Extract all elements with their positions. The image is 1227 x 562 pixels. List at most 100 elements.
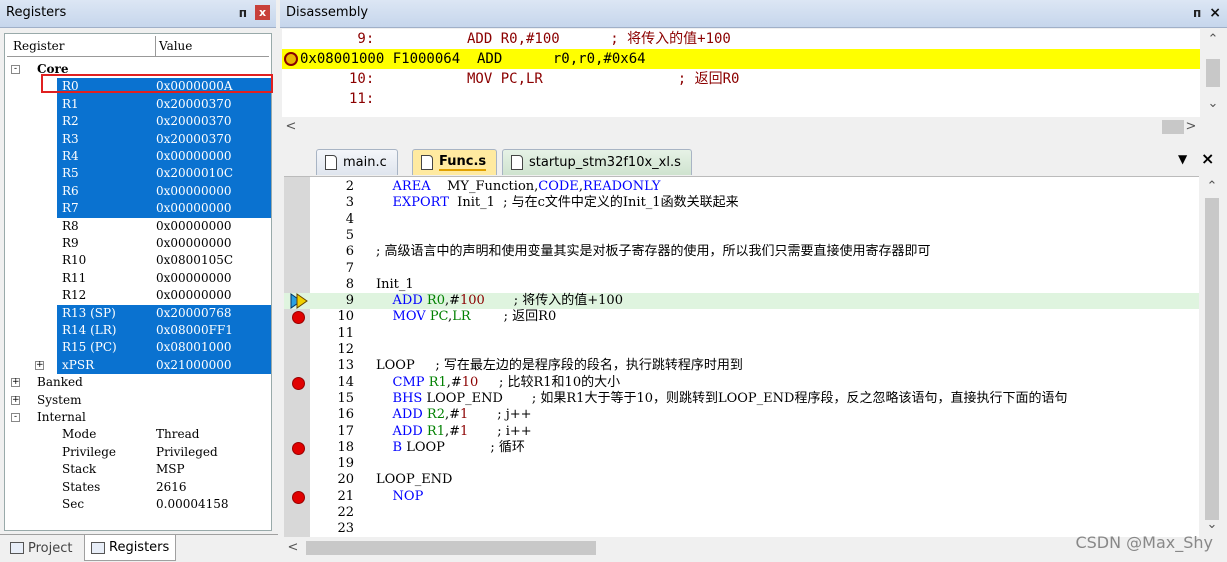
file-tab[interactable]: startup_stm32f10x_xl.s (502, 149, 692, 175)
register-row[interactable]: R7 0x00000000 (5, 200, 271, 218)
register-row[interactable]: R10 0x0800105C (5, 252, 271, 269)
code-line[interactable]: 21 NOP (284, 489, 1199, 505)
register-row[interactable]: R15 (PC) 0x08001000 (5, 339, 271, 357)
register-value[interactable]: 0x00000000 (156, 183, 231, 200)
disassembly-vscrollbar[interactable]: ⌃ ⌄ (1202, 29, 1224, 117)
disassembly-line[interactable]: 10: MOV PC,LR ; 返回R0 (282, 69, 1200, 89)
code-line[interactable]: 18 B LOOP ; 循环 (284, 440, 1199, 456)
register-value[interactable]: MSP (156, 461, 185, 478)
register-value[interactable]: 0x21000000 (156, 357, 231, 374)
register-row[interactable]: + xPSR 0x21000000 (5, 356, 271, 375)
scroll-down-icon[interactable]: ⌄ (1203, 516, 1221, 534)
pin-icon[interactable]: ᴨ (1193, 6, 1201, 20)
register-row[interactable]: R1 0x20000370 (5, 95, 271, 114)
disassembly-hscrollbar[interactable]: < > (282, 117, 1200, 137)
register-value[interactable]: 0x20000370 (156, 96, 231, 113)
register-row[interactable]: - Core (5, 61, 271, 78)
code-line[interactable]: 6 ; 高级语言中的声明和使用变量其实是对板子寄存器的使用，所以我们只需要直接使用… (284, 244, 1199, 260)
code-line[interactable]: 3 EXPORT Init_1 ; 与在c文件中定义的Init_1函数关联起来 (284, 195, 1199, 211)
code-line[interactable]: 13 LOOP ; 写在最左边的是程序段的段名，执行跳转程序时用到 (284, 358, 1199, 374)
breakpoint-icon[interactable] (292, 376, 305, 390)
breakpoint-icon[interactable] (292, 311, 305, 325)
close-disassembly-button[interactable]: × (1209, 5, 1221, 21)
register-value[interactable]: 0x08000FF1 (156, 322, 233, 339)
file-tab[interactable]: Func.s (412, 149, 498, 175)
scroll-thumb[interactable] (1205, 198, 1219, 520)
register-row[interactable]: R4 0x00000000 (5, 148, 271, 166)
scroll-down-icon[interactable]: ⌄ (1204, 95, 1222, 113)
close-editor-button[interactable]: × (1201, 149, 1214, 168)
tab-registers[interactable]: Registers (84, 535, 177, 561)
code-line[interactable]: 8 Init_1 (284, 277, 1199, 293)
register-row[interactable]: R12 0x00000000 (5, 287, 271, 304)
register-value[interactable]: 0x00000000 (156, 270, 231, 287)
register-value[interactable]: 0x00000000 (156, 148, 231, 165)
register-row[interactable]: - Internal (5, 409, 271, 426)
register-row[interactable]: + System (5, 392, 271, 409)
code-line[interactable]: 5 (284, 228, 1199, 244)
register-value[interactable]: 0x00000000 (156, 235, 231, 252)
register-tree[interactable]: Register Value - Core R0 0x0000000A R1 0x2000… (4, 33, 272, 531)
disassembly-line[interactable]: 11: (282, 89, 1200, 109)
disassembly-line[interactable]: 0x08001000 F1000064 ADD r0,r0,#0x64 (282, 49, 1200, 69)
code-editor[interactable]: 2 AREA MY_Function,CODE,READONLY 3 EXPORT… (284, 176, 1199, 537)
register-row[interactable]: R8 0x00000000 (5, 218, 271, 235)
collapse-icon[interactable]: - (11, 413, 20, 422)
register-value[interactable]: 0x00000000 (156, 200, 231, 217)
register-row[interactable]: R0 0x0000000A (5, 78, 271, 96)
register-value[interactable]: 0x00000000 (156, 218, 231, 235)
register-value[interactable]: 0x20000768 (156, 305, 231, 322)
code-line[interactable]: 2 AREA MY_Function,CODE,READONLY (284, 179, 1199, 195)
disassembly-line[interactable]: 9: ADD R0,#100 ; 将传入的值+100 (282, 29, 1200, 49)
register-value[interactable]: 0x20000370 (156, 113, 231, 130)
tab-menu-icon[interactable]: ▼ (1178, 152, 1187, 166)
code-line[interactable]: 12 (284, 342, 1199, 358)
register-row[interactable]: Sec 0.00004158 (5, 496, 271, 513)
register-row[interactable]: R2 0x20000370 (5, 113, 271, 131)
register-row[interactable]: R3 0x20000370 (5, 130, 271, 148)
register-row[interactable]: + Banked (5, 374, 271, 391)
column-register[interactable]: Register (13, 39, 64, 53)
code-line[interactable]: 11 (284, 326, 1199, 342)
scroll-left-icon[interactable]: < (284, 539, 302, 557)
register-row[interactable]: R14 (LR) 0x08000FF1 (5, 322, 271, 340)
tab-project[interactable]: Project (4, 535, 78, 561)
register-value[interactable]: 0x08001000 (156, 339, 231, 356)
register-value[interactable]: 0x20000370 (156, 131, 231, 148)
code-line[interactable]: 23 (284, 521, 1199, 537)
register-row[interactable]: R9 0x00000000 (5, 235, 271, 252)
code-line[interactable]: 17 ADD R1,#1 ; i++ (284, 424, 1199, 440)
code-line[interactable]: 7 (284, 261, 1199, 277)
code-line[interactable]: 22 (284, 505, 1199, 521)
register-value[interactable]: 2616 (156, 479, 187, 496)
editor-hscrollbar[interactable]: < (284, 537, 1199, 559)
close-registers-button[interactable]: x (255, 5, 270, 20)
register-row[interactable]: R13 (SP) 0x20000768 (5, 304, 271, 322)
code-line[interactable]: 14 CMP R1,#10 ; 比较R1和10的大小 (284, 375, 1199, 391)
scroll-right-icon[interactable]: > (1182, 118, 1200, 136)
scroll-thumb[interactable] (1162, 120, 1184, 134)
register-value[interactable]: 0x0800105C (156, 252, 233, 269)
editor-vscrollbar[interactable]: ⌃ ⌄ (1201, 176, 1223, 537)
register-row[interactable]: R6 0x00000000 (5, 182, 271, 201)
code-line[interactable]: 9 ADD R0,#100 ; 将传入的值+100 (284, 293, 1199, 310)
register-row[interactable]: R5 0x2000010C (5, 165, 271, 183)
register-row[interactable]: Stack MSP (5, 461, 271, 478)
breakpoint-icon[interactable] (292, 441, 305, 455)
file-tab[interactable]: main.c (316, 149, 398, 175)
scroll-left-icon[interactable]: < (282, 118, 300, 136)
collapse-icon[interactable]: - (11, 65, 20, 74)
register-value[interactable]: Thread (156, 426, 199, 443)
register-row[interactable]: Privilege Privileged (5, 444, 271, 461)
column-value[interactable]: Value (159, 39, 192, 53)
scroll-up-icon[interactable]: ⌃ (1204, 31, 1222, 49)
register-row[interactable]: R11 0x00000000 (5, 270, 271, 287)
scroll-thumb[interactable] (1206, 59, 1220, 87)
code-line[interactable]: 20 LOOP_END (284, 472, 1199, 488)
expand-icon[interactable]: + (11, 378, 20, 388)
code-line[interactable]: 10 MOV PC,LR ; 返回R0 (284, 309, 1199, 325)
register-value[interactable]: 0x0000000A (156, 78, 233, 95)
register-row[interactable]: Mode Thread (5, 426, 271, 443)
register-value[interactable]: 0x2000010C (156, 165, 233, 182)
expand-icon[interactable]: + (11, 395, 20, 405)
